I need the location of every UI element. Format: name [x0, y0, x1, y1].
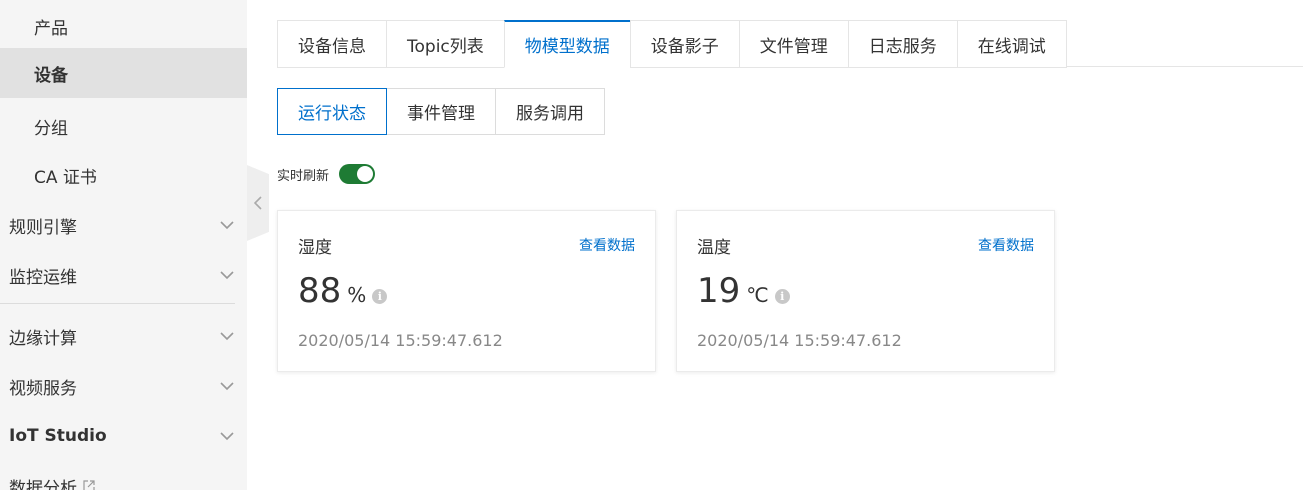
sidebar-item-groups[interactable]: 分组	[0, 101, 247, 151]
sidebar-item-data-analysis[interactable]: 数据分析	[0, 461, 247, 490]
sidebar-item-label: 分组	[34, 118, 68, 139]
sidebar-item-label: IoT Studio	[9, 426, 107, 446]
tab-device-info[interactable]: 设备信息	[277, 20, 386, 68]
subtab-service-invocation[interactable]: 服务调用	[496, 88, 605, 135]
tab-log-service[interactable]: 日志服务	[847, 20, 957, 68]
realtime-refresh-label: 实时刷新	[277, 168, 330, 184]
tab-online-debug[interactable]: 在线调试	[956, 20, 1067, 68]
sidebar-item-label: 产品	[34, 18, 68, 39]
sidebar-divider	[0, 303, 235, 304]
sub-tabs: 运行状态 事件管理 服务调用	[277, 88, 605, 135]
sidebar-item-devices[interactable]: 设备	[0, 48, 247, 98]
property-card-temperature: 温度 查看数据 19 ℃ i 2020/05/14 15:59:47.612	[676, 210, 1055, 372]
sidebar-item-label: 规则引擎	[9, 217, 77, 238]
tab-device-shadow[interactable]: 设备影子	[629, 20, 739, 68]
subtab-event-management[interactable]: 事件管理	[387, 88, 496, 135]
sidebar-item-products[interactable]: 产品	[0, 1, 247, 51]
card-timestamp: 2020/05/14 15:59:47.612	[697, 331, 902, 350]
chevron-down-icon	[220, 432, 234, 441]
realtime-refresh-toggle[interactable]	[339, 164, 376, 184]
card-value-row: 88 % i	[298, 271, 388, 311]
tab-topic-list[interactable]: Topic列表	[386, 20, 504, 68]
chevron-left-icon	[253, 196, 262, 210]
card-value: 88	[298, 271, 342, 311]
card-title: 温度	[697, 238, 731, 258]
external-link-icon	[83, 480, 95, 490]
sidebar: 产品 设备 分组 CA 证书 规则引擎 监控运维 边缘计算 视频服务 IoT S…	[0, 0, 247, 490]
view-data-link[interactable]: 查看数据	[579, 235, 635, 255]
sidebar-item-rules-engine[interactable]: 规则引擎	[0, 200, 247, 250]
sidebar-item-iot-studio[interactable]: IoT Studio	[0, 411, 247, 461]
info-icon[interactable]: i	[774, 289, 790, 304]
tab-thing-model-data[interactable]: 物模型数据	[503, 20, 630, 68]
property-card-humidity: 湿度 查看数据 88 % i 2020/05/14 15:59:47.612	[277, 210, 656, 372]
view-data-link[interactable]: 查看数据	[978, 235, 1034, 255]
sidebar-item-video-service[interactable]: 视频服务	[0, 361, 247, 411]
toggle-knob	[357, 166, 374, 182]
chevron-down-icon	[220, 271, 234, 280]
sidebar-item-monitoring[interactable]: 监控运维	[0, 250, 247, 300]
sidebar-item-edge-computing[interactable]: 边缘计算	[0, 311, 247, 361]
card-value-row: 19 ℃ i	[697, 271, 790, 311]
sidebar-item-label: 视频服务	[9, 378, 77, 399]
sidebar-item-label: 数据分析	[9, 478, 77, 490]
card-timestamp: 2020/05/14 15:59:47.612	[298, 331, 503, 350]
info-icon[interactable]: i	[372, 289, 388, 304]
main-tabs: 设备信息 Topic列表 物模型数据 设备影子 文件管理 日志服务 在线调试	[277, 20, 1067, 68]
chevron-down-icon	[220, 332, 234, 341]
subtab-running-status[interactable]: 运行状态	[277, 88, 387, 135]
sidebar-item-label: CA 证书	[34, 167, 97, 188]
sidebar-item-label: 设备	[34, 65, 68, 86]
sidebar-item-label: 边缘计算	[9, 328, 77, 349]
chevron-down-icon	[220, 221, 234, 230]
sidebar-item-ca-certificate[interactable]: CA 证书	[0, 150, 247, 200]
card-value: 19	[697, 271, 741, 311]
realtime-refresh-row: 实时刷新	[277, 163, 376, 185]
card-title: 湿度	[298, 238, 332, 258]
chevron-down-icon	[220, 382, 234, 391]
tab-file-management[interactable]: 文件管理	[738, 20, 848, 68]
sidebar-item-label: 监控运维	[9, 267, 77, 288]
card-unit: ℃	[746, 283, 769, 307]
sidebar-collapse-handle[interactable]	[247, 165, 269, 241]
card-unit: %	[347, 283, 367, 307]
